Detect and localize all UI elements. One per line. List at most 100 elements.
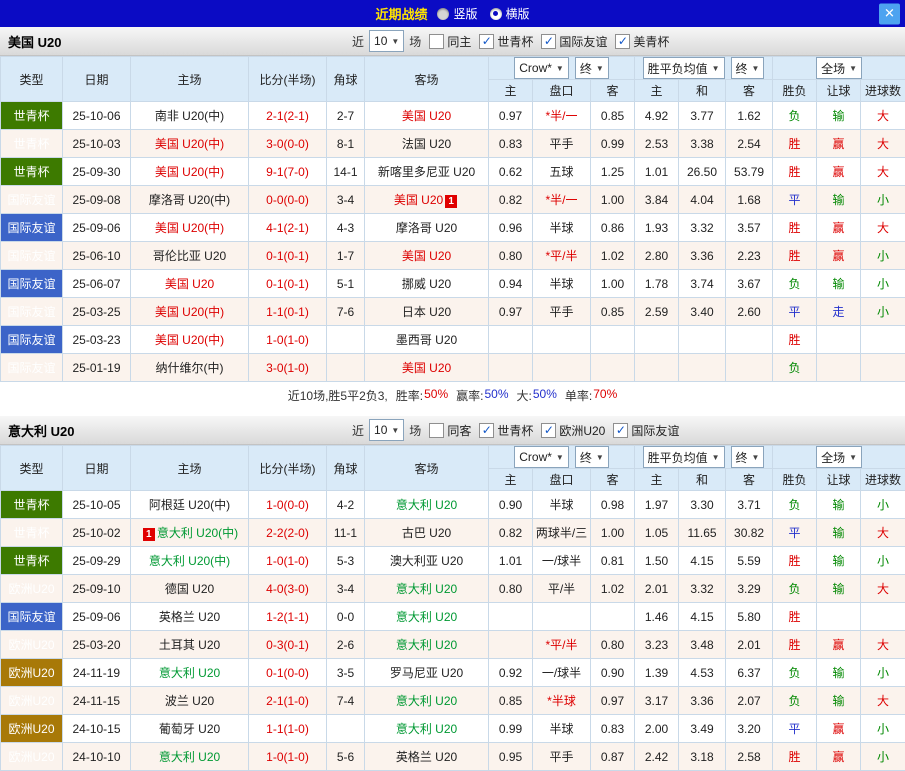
close-button[interactable]: ✕	[879, 3, 900, 24]
result-cell: 负	[773, 270, 817, 298]
team-section: 意大利 U20近10▼场同客✓世青杯✓欧洲U20✓国际友谊类型日期主场比分(半场…	[0, 416, 905, 771]
column-subheader: 让球	[817, 469, 861, 491]
avg-draw-cell: 4.53	[679, 659, 726, 687]
filter-checkbox[interactable]: 同主	[429, 33, 471, 50]
scope-select[interactable]: 全场▼	[816, 446, 862, 468]
result-cell: 胜	[773, 214, 817, 242]
corners-cell: 4-2	[327, 491, 365, 519]
away-team-cell: 新喀里多尼亚 U20	[365, 158, 489, 186]
date-cell: 25-06-07	[63, 270, 131, 298]
games-label: 场	[409, 422, 421, 439]
filter-checkbox[interactable]: ✓世青杯	[479, 33, 533, 50]
odds-away-cell: 1.00	[591, 519, 635, 547]
avg-away-cell: 5.59	[726, 547, 773, 575]
scope-select[interactable]: 全场▼	[816, 57, 862, 79]
filter-checkbox[interactable]: ✓欧洲U20	[541, 422, 605, 439]
filter-checkbox[interactable]: 同客	[429, 422, 471, 439]
odds-provider-select[interactable]: Crow*▼	[514, 446, 569, 468]
home-team-cell: 美国 U20(中)	[131, 214, 249, 242]
odds-final-select[interactable]: 终▼	[575, 57, 609, 79]
checkbox-icon	[429, 34, 444, 49]
avg-home-cell: 2.80	[635, 242, 679, 270]
checkbox-icon: ✓	[541, 423, 556, 438]
team-section: 美国 U20近10▼场同主✓世青杯✓国际友谊✓美青杯类型日期主场比分(半场)角球…	[0, 27, 905, 408]
date-cell: 25-09-30	[63, 158, 131, 186]
type-cell: 欧洲U20	[1, 631, 63, 659]
date-cell: 25-10-06	[63, 102, 131, 130]
filter-controls: 近10▼场同客✓世青杯✓欧洲U20✓国际友谊	[352, 416, 679, 444]
odds-handicap-cell: *半/一	[533, 102, 591, 130]
orientation-radio[interactable]: 竖版	[437, 5, 477, 22]
avg-away-cell: 1.68	[726, 186, 773, 214]
avg-header-controls: 胜平负均值▼ 终▼	[637, 446, 770, 468]
type-cell: 欧洲U20	[1, 715, 63, 743]
match-row: 欧洲U2024-11-15波兰 U202-1(1-0)7-4意大利 U200.8…	[1, 687, 905, 715]
checkbox-label: 国际友谊	[631, 422, 679, 439]
filter-checkbox[interactable]: ✓世青杯	[479, 422, 533, 439]
odds-handicap-cell: 五球	[533, 158, 591, 186]
goals-result-cell	[861, 603, 905, 631]
chevron-down-icon: ▼	[712, 64, 720, 73]
section-gap	[0, 408, 905, 416]
avg-odds-select[interactable]: 胜平负均值▼	[643, 57, 725, 79]
result-cell: 平	[773, 715, 817, 743]
handicap-result-cell: 赢	[817, 715, 861, 743]
type-cell: 世青杯	[1, 102, 63, 130]
type-cell: 世青杯	[1, 158, 63, 186]
result-cell: 胜	[773, 631, 817, 659]
score-cell: 0-1(0-1)	[249, 242, 327, 270]
corners-cell: 3-4	[327, 186, 365, 214]
avg-odds-select[interactable]: 胜平负均值▼	[643, 446, 725, 468]
avg-draw-cell: 3.18	[679, 743, 726, 771]
result-cell: 负	[773, 575, 817, 603]
away-team-cell: 意大利 U20	[365, 575, 489, 603]
chevron-down-icon: ▼	[391, 426, 399, 435]
column-subheader: 让球	[817, 80, 861, 102]
odds-final-select[interactable]: 终▼	[575, 446, 609, 468]
avg-draw-cell: 3.74	[679, 270, 726, 298]
handicap-result-cell: 输	[817, 491, 861, 519]
odds-away-cell: 0.86	[591, 214, 635, 242]
odds-home-cell: 0.85	[489, 687, 533, 715]
score-cell: 1-0(1-0)	[249, 743, 327, 771]
odds-away-cell	[591, 603, 635, 631]
avg-final-select[interactable]: 终▼	[731, 57, 765, 79]
away-team-cell: 美国 U20	[365, 102, 489, 130]
score-cell: 3-0(1-0)	[249, 354, 327, 382]
goals-result-cell: 大	[861, 631, 905, 659]
filter-checkbox[interactable]: ✓国际友谊	[613, 422, 679, 439]
odds-header-controls: Crow*▼ 终▼	[491, 446, 632, 468]
match-count-select[interactable]: 10▼	[369, 419, 404, 441]
goals-result-cell: 大	[861, 130, 905, 158]
filter-checkbox[interactable]: ✓国际友谊	[541, 33, 607, 50]
filter-controls: 近10▼场同主✓世青杯✓国际友谊✓美青杯	[352, 27, 669, 55]
match-count-select[interactable]: 10▼	[369, 30, 404, 52]
results-table: 类型日期主场比分(半场)角球客场Crow*▼终▼胜平负均值▼终▼全场▼主盘口客主…	[0, 56, 905, 382]
avg-header-controls: 胜平负均值▼ 终▼	[637, 57, 770, 79]
column-header: 类型	[1, 446, 63, 491]
column-subheader: 盘口	[533, 80, 591, 102]
avg-final-select[interactable]: 终▼	[731, 446, 765, 468]
orientation-radio[interactable]: 横版	[490, 5, 530, 22]
match-row: 世青杯25-10-05阿根廷 U20(中)1-0(0-0)4-2意大利 U200…	[1, 491, 905, 519]
avg-home-cell: 1.01	[635, 158, 679, 186]
avg-odds-select-value: 胜平负均值	[648, 449, 708, 466]
home-team-cell: 意大利 U20	[131, 743, 249, 771]
home-team-cell: 南非 U20(中)	[131, 102, 249, 130]
filter-checkbox[interactable]: ✓美青杯	[615, 33, 669, 50]
away-team-cell: 美国 U201	[365, 186, 489, 214]
stat-value: 50%	[533, 387, 557, 404]
column-header: 主场	[131, 446, 249, 491]
avg-home-cell: 1.50	[635, 547, 679, 575]
team-name: 美国 U20	[0, 32, 61, 51]
odds-handicap-cell: 平手	[533, 298, 591, 326]
avg-home-cell: 2.01	[635, 575, 679, 603]
avg-draw-cell: 11.65	[679, 519, 726, 547]
score-cell: 1-0(1-0)	[249, 326, 327, 354]
goals-result-cell: 大	[861, 575, 905, 603]
avg-home-cell: 2.42	[635, 743, 679, 771]
odds-provider-select[interactable]: Crow*▼	[514, 57, 569, 79]
goals-result-cell: 大	[861, 687, 905, 715]
away-team-cell: 墨西哥 U20	[365, 326, 489, 354]
home-team-cell: 哥伦比亚 U20	[131, 242, 249, 270]
